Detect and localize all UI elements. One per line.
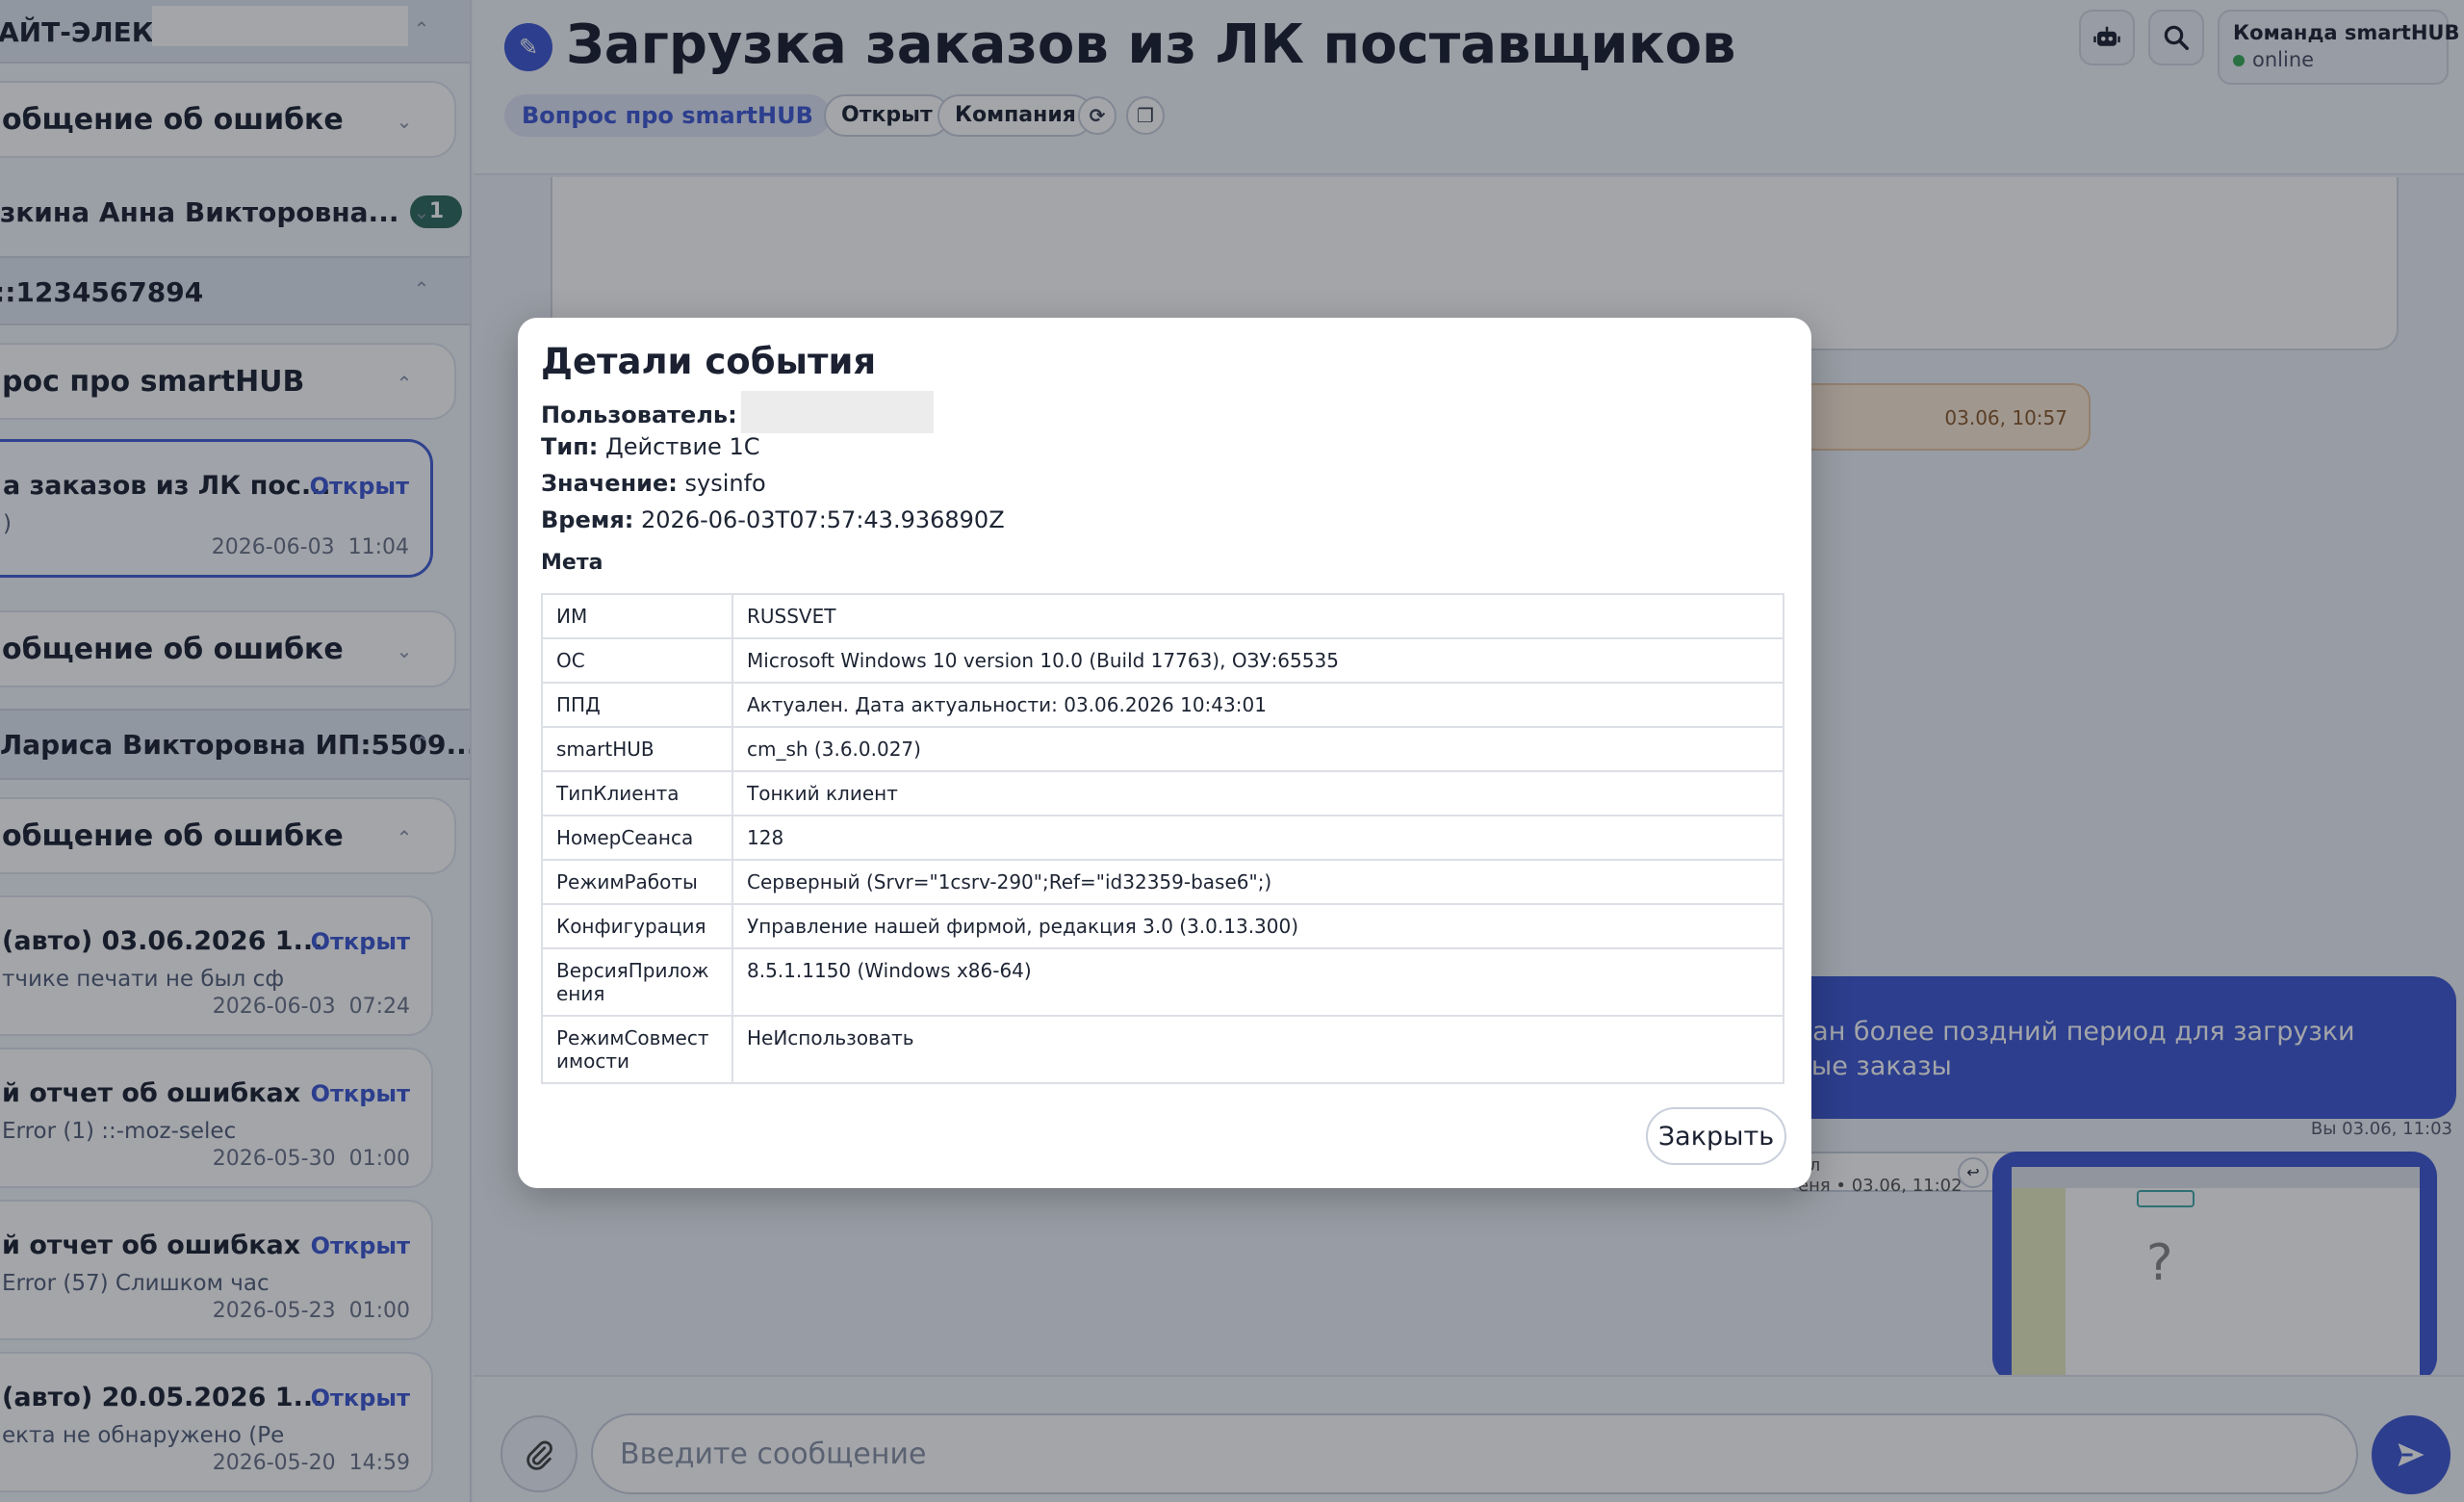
meta-key: smartHUB <box>541 726 733 772</box>
meta-key: ИМ <box>541 593 733 639</box>
meta-key: Конфигурация <box>541 903 733 949</box>
meta-value: Тонкий клиент <box>732 770 1784 816</box>
meta-key: РежимСовместимости <box>541 1015 733 1084</box>
table-row: Конфигурация Управление нашей фирмой, ред… <box>541 903 1784 949</box>
meta-value: cm_sh (3.6.0.027) <box>732 726 1784 772</box>
time-row: Время: 2026-06-03T07:57:43.936890Z <box>541 506 1005 533</box>
table-row: РежимРаботы Серверный (Srvr="1csrv-290";R… <box>541 859 1784 905</box>
meta-heading: Мета <box>541 551 603 575</box>
meta-key: ППД <box>541 682 733 728</box>
meta-key: РежимРаботы <box>541 859 733 905</box>
meta-value: Microsoft Windows 10 version 10.0 (Build… <box>732 637 1784 684</box>
event-details-dialog: Детали события Пользователь: Тип: Действ… <box>518 318 1811 1188</box>
table-row: НомерСеанса 128 <box>541 815 1784 861</box>
meta-key: ВерсияПриложения <box>541 947 733 1017</box>
meta-value: НеИспользовать <box>732 1015 1784 1084</box>
table-row: ТипКлиента Тонкий клиент <box>541 770 1784 816</box>
dialog-title: Детали события <box>541 341 877 382</box>
meta-value: RUSSVET <box>732 593 1784 639</box>
time-value: 2026-06-03T07:57:43.936890Z <box>641 506 1005 533</box>
meta-value: Актуален. Дата актуальности: 03.06.2026 … <box>732 682 1784 728</box>
meta-value: Управление нашей фирмой, редакция 3.0 (3… <box>732 903 1784 949</box>
table-row: smartHUB cm_sh (3.6.0.027) <box>541 726 1784 772</box>
meta-value: Серверный (Srvr="1csrv-290";Ref="id32359… <box>732 859 1784 905</box>
time-label: Время: <box>541 506 634 533</box>
meta-key: ТипКлиента <box>541 770 733 816</box>
user-row: Пользователь: <box>541 391 934 437</box>
meta-table: ИМ RUSSVET ОС Microsoft Windows 10 version… <box>541 593 1784 1084</box>
value-label: Значение: <box>541 470 678 497</box>
value-value: sysinfo <box>684 470 766 497</box>
table-row: РежимСовместимости НеИспользовать <box>541 1015 1784 1084</box>
type-label: Тип: <box>541 433 599 460</box>
table-row: ИМ RUSSVET <box>541 593 1784 639</box>
table-row: ППД Актуален. Дата актуальности: 03.06.20… <box>541 682 1784 728</box>
type-value: Действие 1С <box>605 433 760 460</box>
table-row: ОС Microsoft Windows 10 version 10.0 (Bui… <box>541 637 1784 684</box>
redacted-user <box>740 391 934 433</box>
meta-value: 128 <box>732 815 1784 861</box>
table-row: ВерсияПриложения 8.5.1.1150 (Windows x86-… <box>541 947 1784 1017</box>
user-label: Пользователь: <box>541 401 737 428</box>
close-button[interactable]: Закрыть <box>1646 1107 1786 1165</box>
type-row: Тип: Действие 1С <box>541 433 759 460</box>
meta-key: НомерСеанса <box>541 815 733 861</box>
modal-overlay[interactable]: Детали события Пользователь: Тип: Действ… <box>0 0 2464 1502</box>
meta-key: ОС <box>541 637 733 684</box>
meta-value: 8.5.1.1150 (Windows x86-64) <box>732 947 1784 1017</box>
value-row: Значение: sysinfo <box>541 470 766 497</box>
